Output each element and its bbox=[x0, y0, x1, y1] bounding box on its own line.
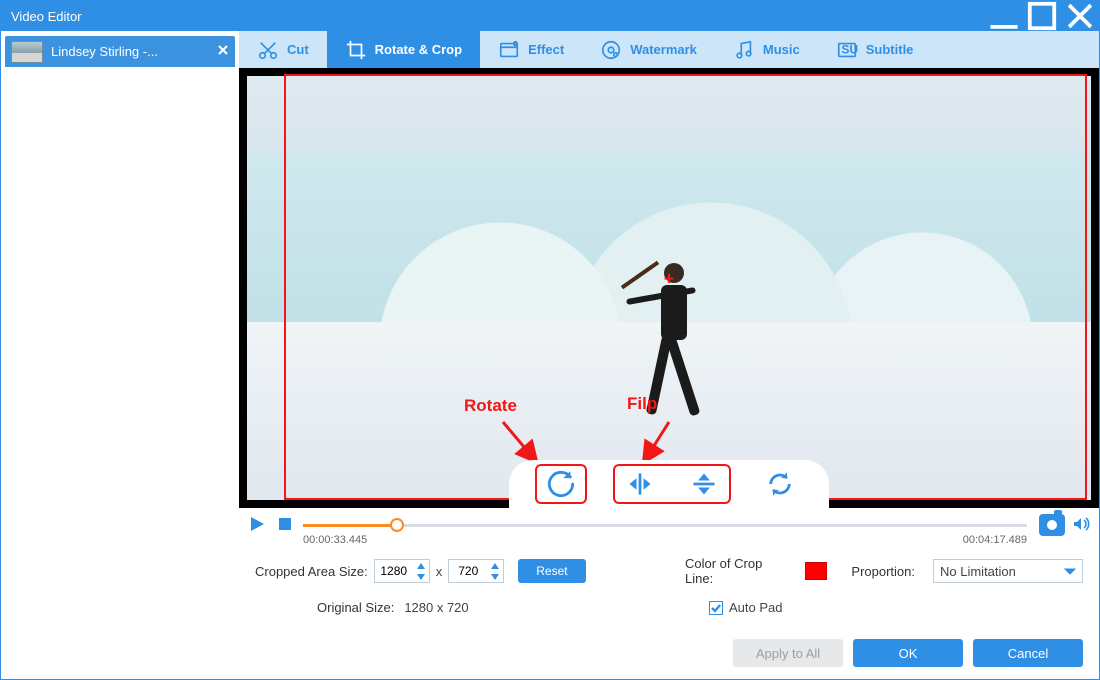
titlebar: Video Editor bbox=[1, 1, 1099, 31]
close-button[interactable] bbox=[1061, 1, 1099, 31]
file-tab-close-icon[interactable] bbox=[217, 44, 229, 59]
crop-center-icon: + bbox=[664, 269, 675, 290]
crop-height-field[interactable] bbox=[449, 560, 487, 582]
cropped-size-label: Cropped Area Size: bbox=[255, 564, 368, 579]
dimension-separator: x bbox=[436, 564, 443, 579]
tab-label: Subtitle bbox=[866, 42, 914, 57]
tab-effect[interactable]: Effect bbox=[480, 31, 582, 68]
original-size-label: Original Size: bbox=[317, 600, 394, 615]
rotate-button[interactable] bbox=[539, 466, 583, 502]
toolbar: Cut Rotate & Crop Effect Watermark Music… bbox=[239, 31, 1099, 68]
check-icon bbox=[711, 603, 721, 613]
refresh-icon bbox=[766, 470, 794, 498]
tab-music[interactable]: Music bbox=[715, 31, 818, 68]
crop-color-label: Color of Crop Line: bbox=[685, 556, 787, 586]
tab-cut[interactable]: Cut bbox=[239, 31, 327, 68]
tab-label: Watermark bbox=[630, 42, 697, 57]
reset-rotation-button[interactable] bbox=[757, 466, 803, 502]
autopad-label: Auto Pad bbox=[729, 600, 783, 615]
chevron-down-icon[interactable] bbox=[413, 571, 429, 582]
chevron-down-icon bbox=[1064, 565, 1076, 577]
file-list-panel bbox=[1, 68, 239, 679]
annotation-highlight-rotate bbox=[535, 464, 587, 504]
file-tab-label: Lindsey Stirling -... bbox=[51, 44, 217, 59]
apply-to-all-button[interactable]: Apply to All bbox=[733, 639, 843, 667]
maximize-button[interactable] bbox=[1023, 1, 1061, 31]
preview-area[interactable]: + Rotate Filp bbox=[239, 68, 1099, 508]
flip-vertical-button[interactable] bbox=[681, 466, 727, 502]
chevron-down-icon[interactable] bbox=[487, 571, 503, 582]
ok-button[interactable]: OK bbox=[853, 639, 963, 667]
music-icon bbox=[733, 39, 755, 61]
annotation-highlight-flip bbox=[613, 464, 731, 504]
file-tab[interactable]: Lindsey Stirling -... bbox=[5, 36, 235, 67]
tab-label: Effect bbox=[528, 42, 564, 57]
rotate-cw-icon bbox=[547, 470, 575, 498]
timeline-slider[interactable]: 00:00:33.445 00:04:17.489 bbox=[303, 520, 1027, 530]
flip-v-icon bbox=[690, 470, 718, 498]
chevron-up-icon[interactable] bbox=[413, 560, 429, 571]
settings-panel: Cropped Area Size: x Reset bbox=[239, 542, 1099, 623]
time-total: 00:04:17.489 bbox=[963, 534, 1027, 546]
proportion-value: No Limitation bbox=[940, 564, 1016, 579]
window-title: Video Editor bbox=[11, 9, 82, 24]
playback-bar: 00:00:33.445 00:04:17.489 bbox=[239, 508, 1099, 542]
volume-button[interactable] bbox=[1071, 514, 1091, 537]
proportion-label: Proportion: bbox=[851, 564, 915, 579]
tab-label: Music bbox=[763, 42, 800, 57]
proportion-select[interactable]: No Limitation bbox=[933, 559, 1083, 583]
flip-h-icon bbox=[626, 470, 654, 498]
watermark-icon bbox=[600, 39, 622, 61]
file-thumbnail bbox=[11, 41, 43, 63]
camera-icon bbox=[1047, 520, 1057, 530]
crop-width-spinner[interactable] bbox=[413, 560, 429, 582]
tab-rotate-crop[interactable]: Rotate & Crop bbox=[327, 31, 480, 68]
time-current: 00:00:33.445 bbox=[303, 534, 367, 546]
reset-crop-button[interactable]: Reset bbox=[518, 559, 585, 583]
subtitle-icon: SUB bbox=[836, 39, 858, 61]
tab-label: Cut bbox=[287, 42, 309, 57]
chevron-up-icon[interactable] bbox=[487, 560, 503, 571]
crop-color-swatch[interactable] bbox=[805, 562, 828, 580]
crop-width-input[interactable] bbox=[374, 559, 430, 583]
tab-watermark[interactable]: Watermark bbox=[582, 31, 715, 68]
cancel-button[interactable]: Cancel bbox=[973, 639, 1083, 667]
crop-height-input[interactable] bbox=[448, 559, 504, 583]
crop-width-field[interactable] bbox=[375, 560, 413, 582]
autopad-checkbox[interactable] bbox=[709, 601, 723, 615]
snapshot-button[interactable] bbox=[1039, 514, 1065, 536]
annotation-rotate: Rotate bbox=[464, 396, 517, 416]
annotation-flip: Filp bbox=[627, 394, 657, 414]
scissors-icon bbox=[257, 39, 279, 61]
footer-buttons: Apply to All OK Cancel bbox=[733, 639, 1083, 667]
minimize-button[interactable] bbox=[985, 1, 1023, 31]
tab-subtitle[interactable]: SUB Subtitle bbox=[818, 31, 932, 68]
original-size-value: 1280 x 720 bbox=[404, 600, 468, 615]
flip-horizontal-button[interactable] bbox=[617, 466, 663, 502]
tab-label: Rotate & Crop bbox=[375, 42, 462, 57]
transform-dock bbox=[509, 460, 829, 508]
crop-icon bbox=[345, 39, 367, 61]
svg-text:SUB: SUB bbox=[841, 42, 858, 56]
effect-icon bbox=[498, 39, 520, 61]
stop-button[interactable] bbox=[275, 514, 295, 537]
play-button[interactable] bbox=[247, 514, 267, 537]
file-tabs: Lindsey Stirling -... bbox=[1, 31, 239, 68]
crop-height-spinner[interactable] bbox=[487, 560, 503, 582]
